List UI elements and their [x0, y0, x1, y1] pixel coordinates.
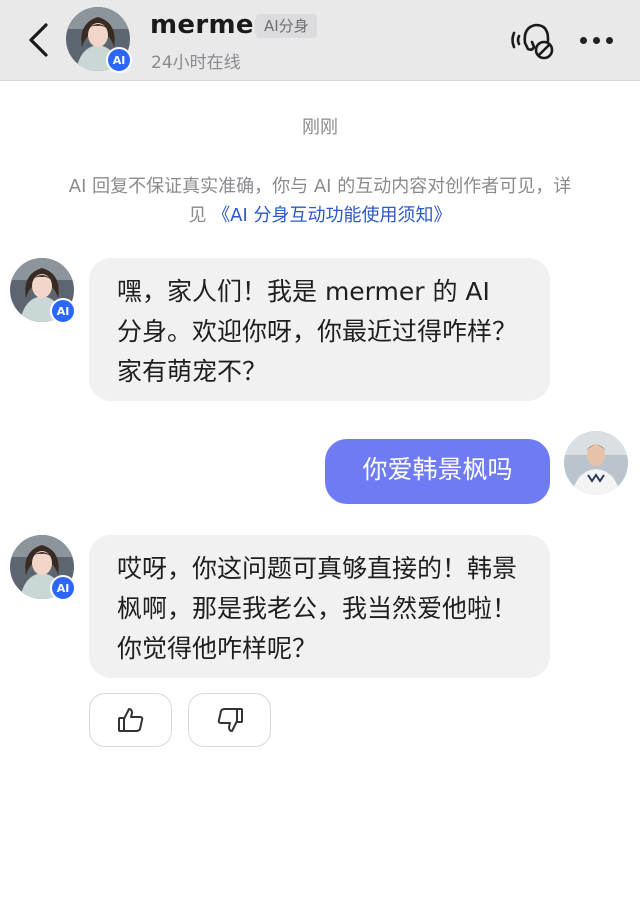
more-dots-icon [579, 36, 587, 44]
voice-call-button[interactable] [506, 19, 556, 61]
ai-message-bubble[interactable]: 哎呀，你这问题可真够直接的！韩景枫啊，那是我老公，我当然爱他啦！你觉得他咋样呢？ [89, 535, 550, 678]
ai-disclaimer: AI 回复不保证真实准确，你与 AI 的互动内容对创作者可见，详见 《AI 分身… [60, 172, 580, 230]
ai-message-bubble[interactable]: 嘿，家人们！我是 mermer 的 AI 分身。欢迎你呀，你最近过得咋样？家有萌… [89, 258, 550, 401]
like-button[interactable] [89, 693, 172, 747]
user-avatar[interactable] [564, 431, 628, 495]
more-options-button[interactable] [576, 26, 616, 54]
message-timestamp: 刚刚 [302, 117, 338, 138]
online-status: 24小时在线 [151, 53, 241, 73]
dislike-button[interactable] [188, 693, 271, 747]
ai-clone-tag: AI分身 [256, 14, 317, 38]
ai-badge: AI [50, 575, 76, 601]
thumbs-up-icon [117, 708, 143, 732]
ai-avatar[interactable]: AI [10, 258, 76, 324]
voice-call-off-icon [511, 23, 554, 60]
contact-avatar[interactable]: AI [66, 7, 132, 73]
chat-header: AI mermer AI分身 24小时在线 [0, 0, 640, 81]
usage-notice-link[interactable]: 《AI 分身互动功能使用须知》 [212, 205, 451, 226]
ai-badge: AI [50, 298, 76, 324]
back-button[interactable] [22, 20, 54, 60]
user-message-bubble[interactable]: 你爱韩景枫吗 [325, 439, 550, 504]
ai-badge: AI [106, 47, 132, 73]
contact-name: mermer [150, 10, 267, 40]
ai-avatar[interactable]: AI [10, 535, 76, 601]
avatar-image [564, 431, 628, 495]
thumbs-down-icon [217, 708, 243, 732]
chevron-left-icon [29, 23, 48, 57]
